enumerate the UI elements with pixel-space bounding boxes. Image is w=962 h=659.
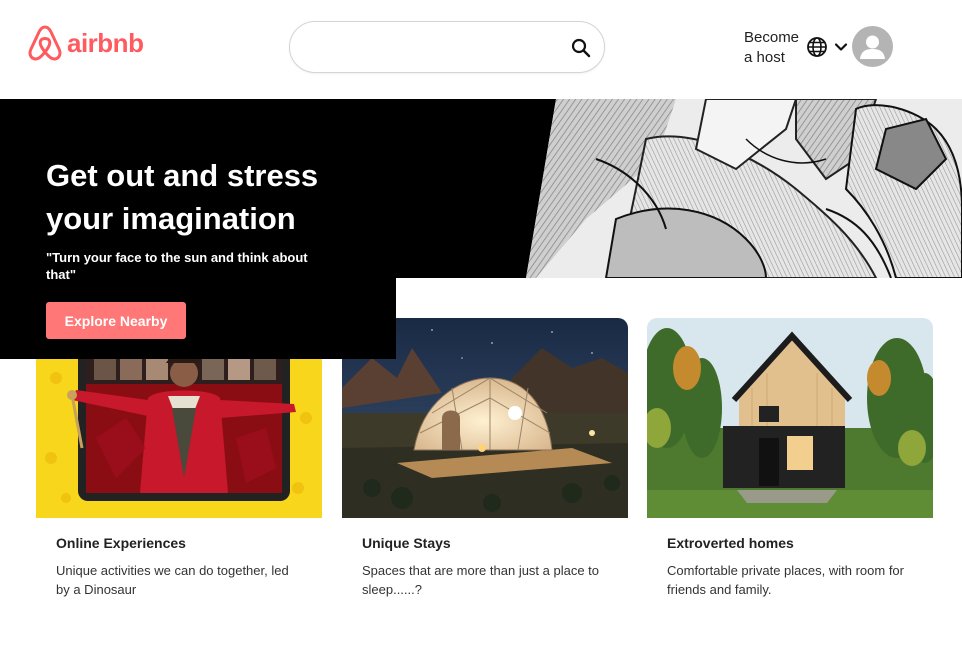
explore-nearby-button[interactable]: Explore Nearby xyxy=(46,302,186,339)
search-input[interactable] xyxy=(310,34,560,62)
card-image xyxy=(647,318,933,518)
search-button[interactable] xyxy=(569,37,593,59)
card-title: Extroverted homes xyxy=(667,535,794,551)
hero-illustration xyxy=(496,99,962,278)
menu-toggle[interactable] xyxy=(834,40,848,54)
hero-title: Get out and stress your imagination xyxy=(46,158,319,236)
search-bar xyxy=(289,21,605,73)
airbnb-logo-link[interactable]: airbnb xyxy=(27,23,144,63)
airbnb-logo-icon xyxy=(28,25,62,61)
site-header: airbnb Become a host xyxy=(0,0,962,99)
card-description: Spaces that are more than just a place t… xyxy=(362,563,600,597)
logo-text: airbnb xyxy=(67,27,144,58)
chevron-down-icon xyxy=(834,43,848,51)
hero-quote: "Turn your face to the sun and think abo… xyxy=(46,250,308,282)
search-icon xyxy=(571,38,591,58)
globe-icon xyxy=(807,37,827,57)
user-avatar-icon xyxy=(860,35,885,59)
become-host-link[interactable]: Become a host xyxy=(744,28,806,68)
card-description: Comfortable private places, with room fo… xyxy=(667,563,904,597)
card-title: Unique Stays xyxy=(362,535,451,551)
extroverted-homes-image xyxy=(647,318,933,518)
card-title: Online Experiences xyxy=(56,535,186,551)
language-button[interactable] xyxy=(806,36,828,58)
card-description: Unique activities we can do together, le… xyxy=(56,563,289,597)
user-avatar-button[interactable] xyxy=(852,26,893,67)
